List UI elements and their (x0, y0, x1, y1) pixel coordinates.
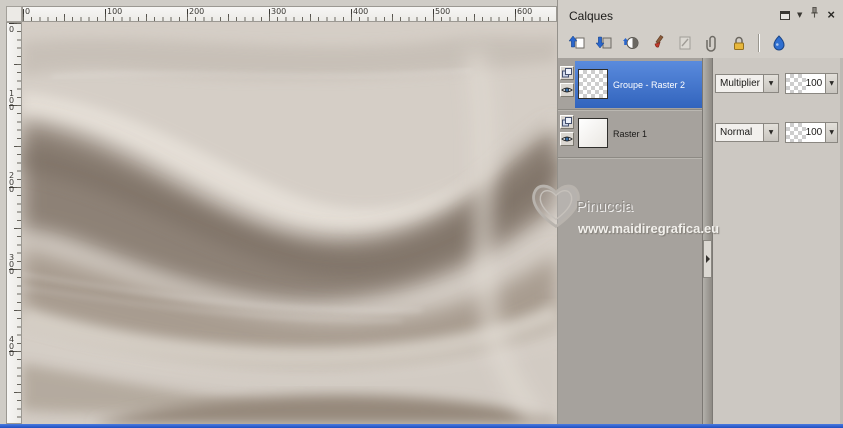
taskbar-edge (0, 424, 843, 428)
row-separator (558, 109, 702, 110)
layer-list-area (558, 58, 702, 424)
layer-name[interactable]: Raster 1 (613, 129, 701, 139)
layer-properties-area (713, 58, 843, 424)
new-adjustment-layer-icon[interactable] (620, 33, 641, 54)
close-icon[interactable]: × (827, 8, 835, 21)
ruler-label: 100 (107, 7, 123, 16)
layer-name[interactable]: Groupe - Raster 2 (613, 80, 701, 90)
chevron-down-icon: ▼ (763, 75, 778, 92)
toolbar-separator (758, 34, 759, 52)
panel-window-controls: ▼ × (780, 6, 835, 24)
pin-icon[interactable] (809, 6, 820, 24)
chevron-down-icon: ▼ (825, 74, 837, 93)
new-raster-layer-icon[interactable] (566, 33, 587, 54)
eye-icon (561, 87, 573, 93)
ruler-label: 300 (7, 253, 16, 274)
horizontal-ruler: 0 100 200 300 400 500 600 (22, 6, 557, 22)
ruler-label: 0 (7, 25, 16, 32)
panel-title: Calques (569, 9, 614, 23)
restore-icon[interactable] (780, 10, 791, 20)
chevron-down-icon: ▼ (825, 123, 837, 142)
opacity-value: 100 (805, 123, 826, 142)
edit-selection-icon[interactable] (768, 33, 789, 54)
chevron-right-icon (705, 255, 710, 263)
blend-mode-select[interactable]: Multiplier ▼ (715, 74, 779, 93)
ruler-label: 100 (7, 89, 16, 110)
layer-link-toggle[interactable] (560, 66, 574, 80)
vertical-ruler: 0 100 200 300 400 (6, 22, 22, 424)
splitter-handle[interactable] (703, 240, 712, 278)
ruler-label: 200 (189, 7, 205, 16)
image-canvas[interactable] (22, 22, 557, 424)
ruler-label: 300 (271, 7, 287, 16)
new-vector-layer-icon[interactable] (674, 33, 695, 54)
layers-panel: Calques ▼ × Groupe - Raster 2 Multiplier… (557, 0, 843, 424)
blend-mode-value: Multiplier (720, 78, 761, 89)
layers-icon (562, 68, 572, 78)
ruler-label: 500 (435, 7, 451, 16)
new-mask-layer-icon[interactable] (593, 33, 614, 54)
opacity-control[interactable]: 100 ▼ (785, 73, 838, 94)
layer-thumbnail[interactable] (578, 69, 608, 99)
opacity-control[interactable]: 100 ▼ (785, 122, 838, 143)
wave-artwork (22, 22, 557, 424)
row-separator (558, 157, 702, 158)
ruler-label: 0 (25, 7, 31, 16)
opacity-slider-track (786, 123, 806, 142)
layers-icon (562, 117, 572, 127)
opacity-value: 100 (805, 74, 826, 93)
blend-mode-select[interactable]: Normal ▼ (715, 123, 779, 142)
ruler-label: 400 (353, 7, 369, 16)
ruler-label: 400 (7, 335, 16, 356)
lock-transparency-icon[interactable] (728, 33, 749, 54)
ruler-corner (6, 6, 22, 22)
opacity-slider-track (786, 74, 806, 93)
ruler-label: 600 (517, 7, 533, 16)
menu-arrow-icon[interactable]: ▼ (797, 11, 802, 19)
layers-toolbar (566, 30, 789, 56)
layer-thumbnail[interactable] (578, 118, 608, 148)
layer-link-toggle[interactable] (560, 115, 574, 129)
app-window: 0 100 200 300 400 500 600 0 100 200 300 … (0, 0, 843, 428)
blend-mode-value: Normal (720, 127, 753, 138)
layer-visibility-toggle[interactable] (560, 132, 574, 146)
link-layers-icon[interactable] (701, 33, 722, 54)
chevron-down-icon: ▼ (763, 124, 778, 141)
ruler-label: 200 (7, 171, 16, 192)
layer-visibility-toggle[interactable] (560, 83, 574, 97)
new-art-media-layer-icon[interactable] (647, 33, 668, 54)
eye-icon (561, 136, 573, 142)
